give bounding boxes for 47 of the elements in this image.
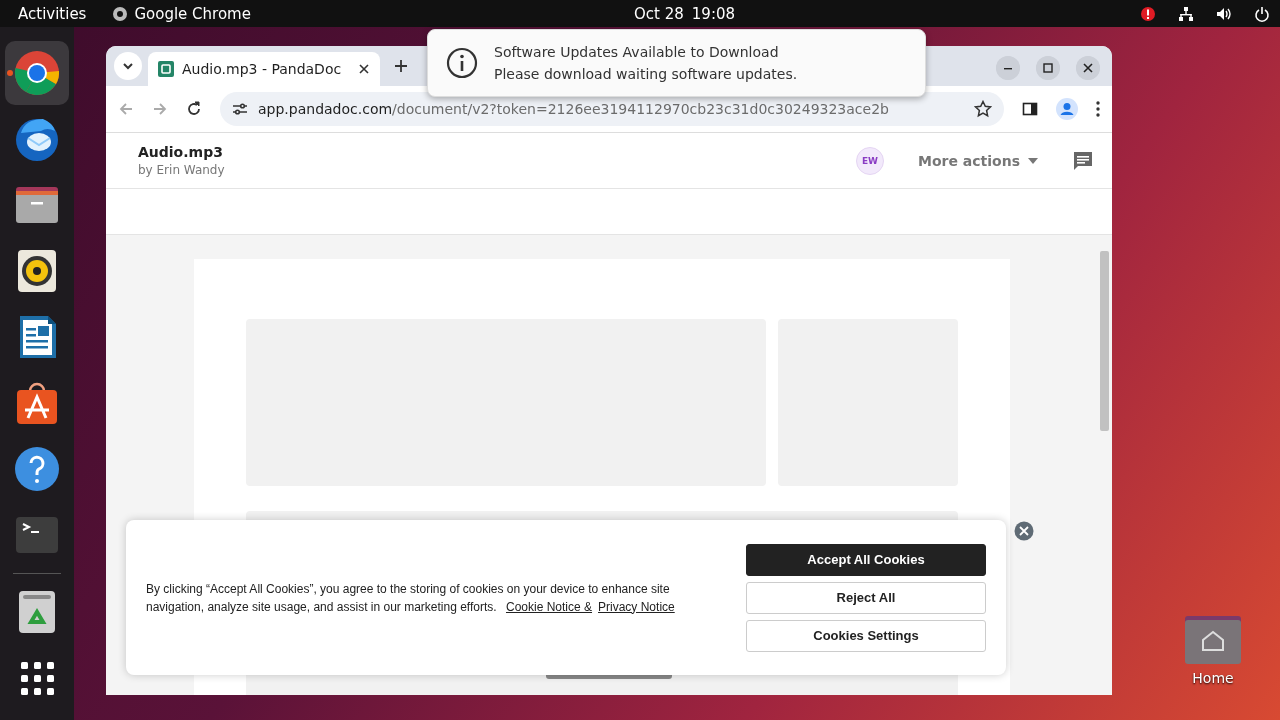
- url-text: app.pandadoc.com/document/v2?token=2126ee3194112970cb23c31d0c30249323ace2b: [258, 101, 889, 117]
- info-icon: [446, 47, 478, 79]
- pandadoc-icon: [158, 61, 174, 77]
- star-icon[interactable]: [974, 100, 992, 118]
- user-avatar[interactable]: EW: [856, 146, 884, 175]
- caret-icon: [1028, 157, 1038, 164]
- chevron-down-icon: [122, 60, 134, 72]
- side-panel-icon[interactable]: [1022, 101, 1038, 117]
- new-tab-icon[interactable]: [394, 59, 408, 73]
- document-title: Audio.mp3: [138, 144, 224, 160]
- app-menu[interactable]: Google Chrome: [112, 4, 251, 23]
- privacy-notice-link[interactable]: Privacy Notice: [598, 599, 675, 614]
- clock-date[interactable]: Oct 28: [634, 4, 684, 23]
- document-author: by Erin Wandy: [138, 163, 226, 177]
- alert-icon[interactable]: [1140, 5, 1156, 22]
- cookie-button[interactable]: Cookies Settings: [746, 619, 986, 652]
- power-icon[interactable]: [1254, 5, 1270, 22]
- site-settings-icon[interactable]: [232, 101, 248, 117]
- app-icon: [112, 5, 129, 22]
- cookie-button[interactable]: Reject All: [746, 581, 986, 614]
- reload-icon[interactable]: [186, 101, 202, 117]
- notification-title: Software Updates Available to Download: [494, 44, 780, 60]
- network-icon[interactable]: [1178, 5, 1194, 22]
- more-vertical-icon[interactable]: [1096, 101, 1100, 117]
- dock-item[interactable]: [5, 41, 69, 105]
- activities-button[interactable]: Activities: [18, 4, 87, 23]
- app-name: Google Chrome: [134, 4, 251, 23]
- close-icon[interactable]: [1014, 521, 1034, 541]
- running-indicator: [7, 70, 13, 76]
- cookie-notice-text: By clicking “Accept All Cookies”, you agree to the storing of cookies on your device to enhance site navigation, analyze site usage, and assist in our marketing efforts. Cookie Notice & Privacy Notice: [146, 580, 676, 616]
- comment-icon[interactable]: [1072, 149, 1094, 172]
- desktop-item-label: Home: [1192, 670, 1234, 686]
- clock-time[interactable]: 19:08: [691, 4, 736, 23]
- browser-tab[interactable]: Audio.mp3 - PandaDoc: [148, 52, 380, 86]
- profile-icon[interactable]: [1056, 98, 1078, 120]
- more-actions-button[interactable]: More actions: [912, 151, 1044, 170]
- notification-body: Please download waiting software updates.: [494, 66, 798, 82]
- chrome-icon: [13, 49, 61, 97]
- help-icon: [13, 445, 61, 493]
- tab-title: Audio.mp3 - PandaDoc: [182, 61, 343, 77]
- scrollbar-thumb[interactable]: [1100, 251, 1109, 431]
- home-folder-icon: [1185, 614, 1241, 664]
- accept-button[interactable]: Accept All Cookies: [746, 543, 986, 576]
- cookie-notice-link[interactable]: Cookie Notice &: [506, 599, 593, 614]
- close-icon[interactable]: [358, 63, 370, 75]
- tab-search-button[interactable]: [114, 52, 142, 80]
- desktop-item[interactable]: Home: [1185, 614, 1241, 686]
